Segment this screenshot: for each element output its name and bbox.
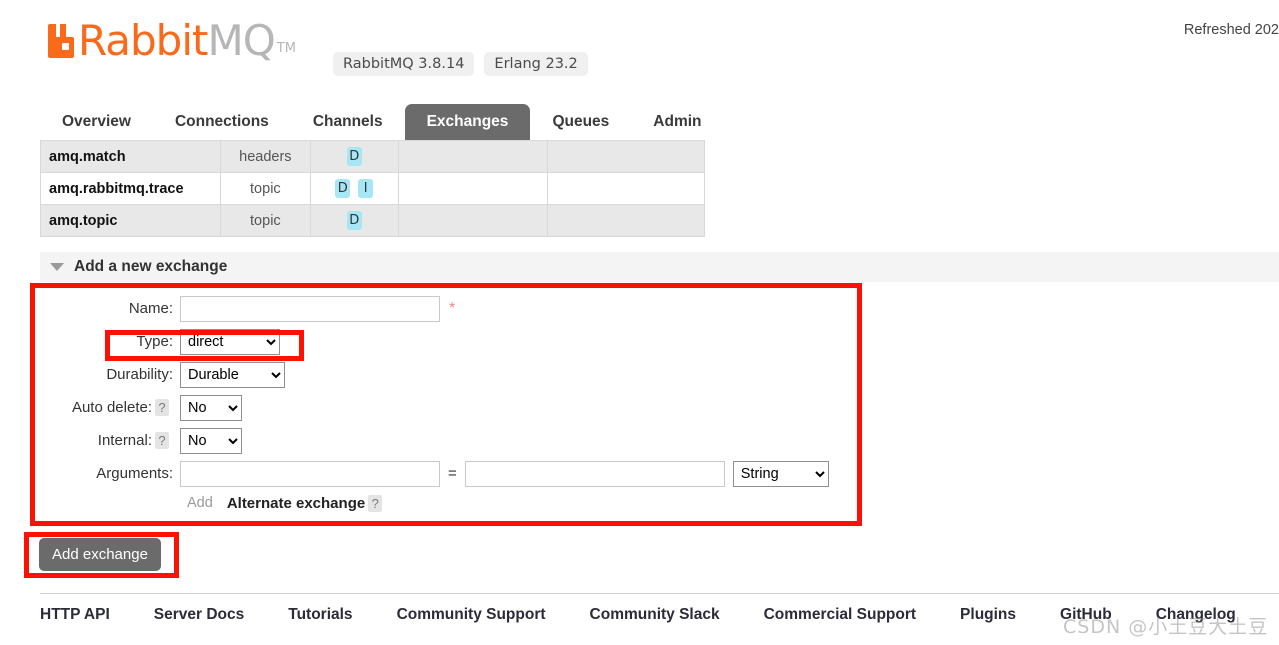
footer-link-community-support[interactable]: Community Support — [397, 606, 546, 624]
help-icon[interactable]: ? — [155, 399, 169, 417]
footer-link-server-docs[interactable]: Server Docs — [154, 606, 244, 624]
refreshed-timestamp: Refreshed 202 — [1183, 22, 1279, 38]
section-title: Add a new exchange — [74, 258, 228, 275]
footer-link-github[interactable]: GitHub — [1060, 606, 1112, 624]
tab-exchanges[interactable]: Exchanges — [404, 104, 531, 140]
exchange-features: D I — [309, 172, 399, 205]
footer-link-changelog[interactable]: Changelog — [1156, 606, 1236, 624]
exchange-message-rate-out — [547, 172, 705, 205]
exchange-type: topic — [219, 204, 311, 237]
exchange-name[interactable]: amq.rabbitmq.trace — [40, 172, 221, 205]
feature-badge-durable: D — [346, 147, 362, 166]
help-icon[interactable]: ? — [155, 432, 169, 450]
help-icon[interactable]: ? — [368, 494, 383, 512]
table-row[interactable]: amq.topic topic D — [40, 204, 705, 237]
tab-overview[interactable]: Overview — [40, 104, 153, 140]
form-row-name: Name: * — [40, 292, 829, 325]
logo-text-rabbit: Rabbit — [78, 16, 208, 65]
exchange-features: D — [309, 140, 399, 173]
name-input[interactable] — [180, 295, 440, 322]
footer-link-http-api[interactable]: HTTP API — [40, 606, 110, 624]
exchange-name[interactable]: amq.topic — [40, 204, 221, 237]
argument-key-input[interactable] — [180, 460, 440, 487]
feature-badge-durable: D — [335, 179, 351, 198]
main-navigation: Overview Connections Channels Exchanges … — [40, 104, 724, 140]
tab-queues[interactable]: Queues — [530, 104, 631, 140]
footer-link-community-slack[interactable]: Community Slack — [590, 606, 720, 624]
tab-admin[interactable]: Admin — [631, 104, 723, 140]
argument-type-select[interactable]: String — [732, 460, 829, 487]
form-row-argument-presets: Add Alternate exchange ? — [40, 490, 829, 516]
logo-trademark: TM — [276, 41, 296, 56]
internal-label-text: Internal: — [97, 431, 152, 449]
exchange-message-rate-in — [397, 140, 549, 173]
exchange-message-rate-out — [547, 140, 705, 173]
internal-select[interactable]: No — [180, 427, 242, 454]
tab-channels[interactable]: Channels — [291, 104, 405, 140]
rabbitmq-logo[interactable]: Rabbit MQ TM — [48, 16, 296, 65]
durability-label: Durability: — [106, 366, 173, 383]
feature-badge-internal: I — [358, 179, 374, 198]
exchanges-table: amq.match headers D amq.rabbitmq.trace t… — [40, 140, 705, 237]
exchange-message-rate-in — [397, 204, 549, 237]
form-row-type: Type: direct — [40, 325, 829, 358]
table-row[interactable]: amq.rabbitmq.trace topic D I — [40, 172, 705, 205]
type-label: Type: — [136, 333, 173, 350]
form-row-durability: Durability: Durable — [40, 358, 829, 391]
footer-link-tutorials[interactable]: Tutorials — [288, 606, 352, 624]
auto-delete-label-text: Auto delete: — [71, 398, 152, 416]
add-exchange-button[interactable]: Add exchange — [39, 538, 161, 571]
arguments-label: Arguments: — [96, 465, 173, 482]
equals-sign: = — [448, 465, 457, 482]
exchange-message-rate-out — [547, 204, 705, 237]
footer-links: HTTP API Server Docs Tutorials Community… — [40, 606, 1279, 624]
triangle-down-icon[interactable] — [50, 263, 64, 271]
argument-value-input[interactable] — [464, 460, 725, 487]
internal-label: Internal:? — [40, 432, 180, 450]
form-row-auto-delete: Auto delete:? No — [40, 391, 829, 424]
version-badges: RabbitMQ 3.8.14 Erlang 23.2 — [333, 52, 588, 76]
exchange-type: topic — [219, 172, 311, 205]
logo-text-mq: MQ — [207, 16, 275, 65]
footer-divider — [40, 593, 1279, 594]
add-argument-link[interactable]: Add — [187, 495, 213, 511]
badge-erlang-version: Erlang 23.2 — [484, 52, 588, 76]
durability-select[interactable]: Durable — [180, 361, 285, 388]
auto-delete-select[interactable]: No — [180, 394, 242, 421]
rabbit-logo-icon — [48, 24, 74, 58]
form-row-internal: Internal:? No — [40, 424, 829, 457]
exchange-message-rate-in — [397, 172, 549, 205]
feature-badge-durable: D — [346, 211, 362, 230]
add-exchange-form: Name: * Type: direct Durability: Durable… — [40, 292, 829, 516]
footer-link-plugins[interactable]: Plugins — [960, 606, 1016, 624]
tab-connections[interactable]: Connections — [153, 104, 291, 140]
auto-delete-label: Auto delete:? — [40, 399, 180, 417]
form-row-arguments: Arguments: = String — [40, 457, 829, 490]
badge-rabbitmq-version: RabbitMQ 3.8.14 — [333, 52, 475, 76]
table-row[interactable]: amq.match headers D — [40, 140, 705, 173]
add-exchange-section-header[interactable]: Add a new exchange — [40, 252, 1279, 282]
exchange-type: headers — [219, 140, 311, 173]
type-select[interactable]: direct — [180, 328, 280, 355]
footer-link-commercial-support[interactable]: Commercial Support — [764, 606, 916, 624]
exchange-name[interactable]: amq.match — [40, 140, 221, 173]
exchange-features: D — [309, 204, 399, 237]
alternate-exchange-preset[interactable]: Alternate exchange — [227, 495, 365, 512]
required-marker: * — [449, 299, 456, 317]
name-label: Name: — [128, 300, 173, 317]
rabbitmq-management-page: Refreshed 202 Rabbit MQ TM RabbitMQ 3.8.… — [0, 0, 1279, 645]
